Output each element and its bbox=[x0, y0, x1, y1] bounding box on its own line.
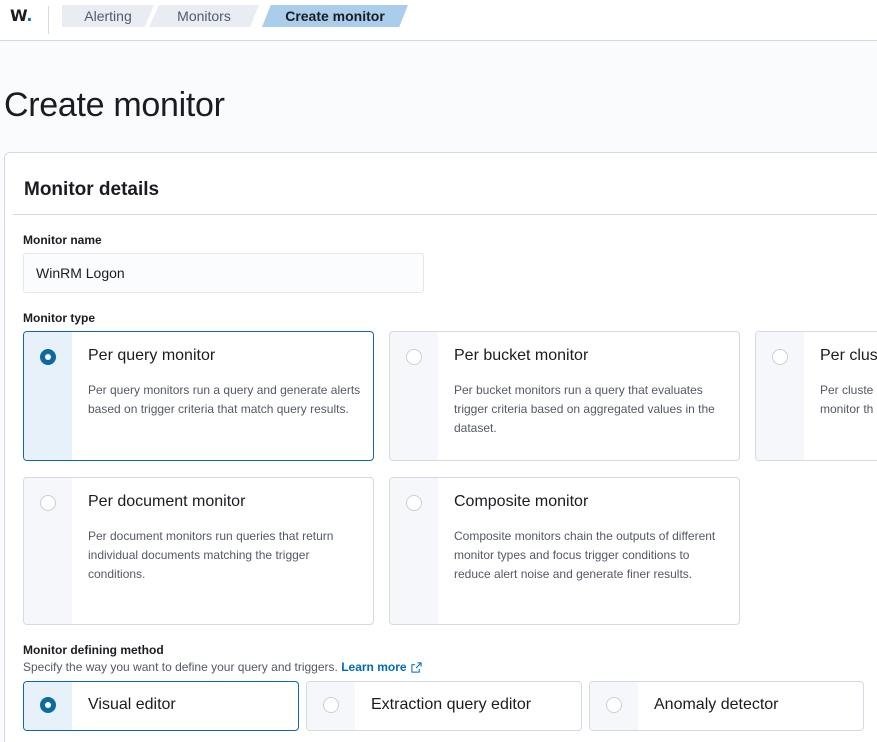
card-title: Anomaly detector bbox=[654, 696, 779, 713]
radio-icon[interactable] bbox=[40, 495, 56, 511]
radio-icon[interactable] bbox=[406, 349, 422, 365]
breadcrumb-monitors[interactable]: Monitors bbox=[149, 5, 259, 27]
card-description: Per cluste monitor th bbox=[820, 383, 874, 416]
radio-icon[interactable] bbox=[772, 349, 788, 365]
radio-selected-icon[interactable] bbox=[40, 697, 56, 713]
learn-more-link[interactable]: Learn more bbox=[341, 660, 422, 676]
card-description: Per query monitors run a query and gener… bbox=[88, 383, 361, 416]
defining-method-help: Specify the way you want to define your … bbox=[23, 660, 422, 676]
radio-selected-icon[interactable] bbox=[40, 349, 56, 365]
method-extraction-query-editor[interactable]: Extraction query editor bbox=[306, 681, 582, 731]
monitor-name-input[interactable] bbox=[23, 253, 424, 293]
breadcrumb-create-monitor: Create monitor bbox=[262, 5, 408, 27]
card-description: Composite monitors chain the outputs of … bbox=[454, 529, 716, 581]
method-visual-editor[interactable]: Visual editor bbox=[23, 681, 299, 731]
radio-icon[interactable] bbox=[606, 697, 622, 713]
page-title: Create monitor bbox=[4, 86, 225, 124]
breadcrumb-alerting[interactable]: Alerting bbox=[62, 5, 154, 27]
learn-more-label: Learn more bbox=[341, 660, 407, 674]
logo-letter: W bbox=[10, 6, 27, 25]
monitor-type-per-cluster[interactable]: Per clus Per cluste monitor th bbox=[755, 331, 877, 461]
card-description: Per bucket monitors run a query that eva… bbox=[454, 383, 715, 435]
radio-icon[interactable] bbox=[406, 495, 422, 511]
top-bar: W. Alerting Monitors Create monitor bbox=[0, 0, 877, 41]
card-title: Per clus bbox=[820, 347, 877, 364]
section-title: Monitor details bbox=[24, 179, 160, 200]
section-divider bbox=[13, 214, 877, 215]
card-title: Per query monitor bbox=[88, 347, 216, 364]
monitor-details-panel: Monitor details Monitor name Monitor typ… bbox=[4, 152, 877, 742]
monitor-type-per-document[interactable]: Per document monitor Per document monito… bbox=[23, 477, 374, 625]
logo-dot: . bbox=[26, 6, 33, 25]
card-title: Visual editor bbox=[88, 696, 176, 713]
card-description: Per document monitors run queries that r… bbox=[88, 529, 334, 581]
header-divider bbox=[48, 6, 49, 34]
help-text: Specify the way you want to define your … bbox=[23, 660, 338, 674]
method-anomaly-detector[interactable]: Anomaly detector bbox=[589, 681, 864, 731]
card-title: Per document monitor bbox=[88, 493, 246, 510]
app-logo[interactable]: W. bbox=[10, 6, 32, 25]
card-title: Per bucket monitor bbox=[454, 347, 589, 364]
radio-icon[interactable] bbox=[323, 697, 339, 713]
monitor-type-per-bucket[interactable]: Per bucket monitor Per bucket monitors r… bbox=[389, 331, 740, 461]
monitor-name-label: Monitor name bbox=[23, 233, 102, 247]
card-title: Composite monitor bbox=[454, 493, 589, 510]
defining-method-label: Monitor defining method bbox=[23, 643, 164, 657]
monitor-type-composite[interactable]: Composite monitor Composite monitors cha… bbox=[389, 477, 740, 625]
monitor-type-label: Monitor type bbox=[23, 311, 95, 325]
monitor-type-per-query[interactable]: Per query monitor Per query monitors run… bbox=[23, 331, 374, 461]
external-link-icon bbox=[410, 662, 422, 676]
card-title: Extraction query editor bbox=[371, 696, 532, 713]
